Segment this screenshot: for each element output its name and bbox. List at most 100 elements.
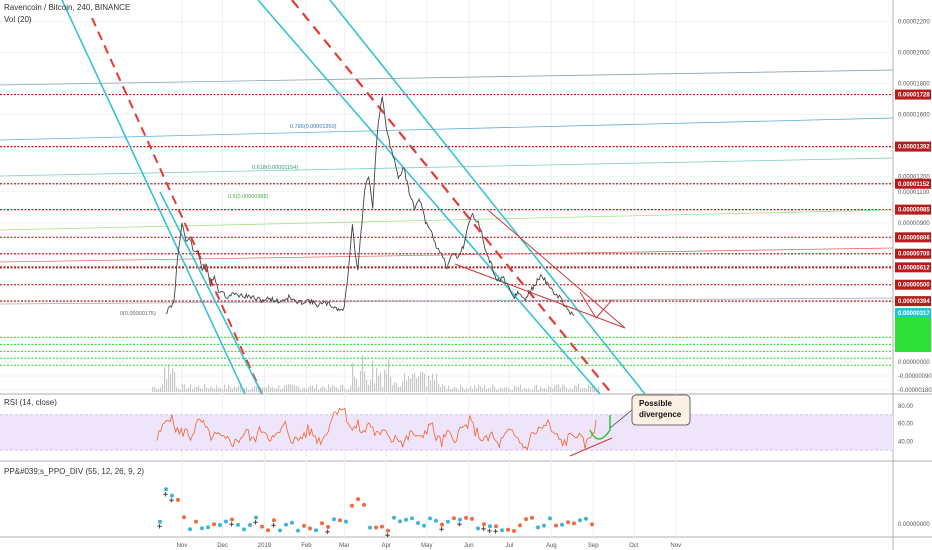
volume-bar (312, 385, 314, 392)
ppo-signal: ✚ (487, 528, 492, 535)
volume-bar (450, 388, 452, 392)
volume-bar (280, 389, 282, 392)
time-tick-label: Sep (588, 543, 599, 549)
volume-bar (320, 387, 322, 392)
volume-bar (458, 389, 460, 392)
ppo-marker (266, 528, 270, 533)
volume-bar (564, 385, 566, 392)
volume-bar (172, 368, 174, 392)
volume-bar (428, 375, 430, 392)
ppo-marker (212, 522, 216, 527)
ppo-marker (164, 487, 168, 492)
volume-bar (488, 387, 490, 392)
time-tick-label: Dec (217, 543, 228, 549)
volume-bar (192, 388, 194, 392)
volume-bar (180, 389, 182, 392)
ppo-marker (188, 527, 192, 532)
volume-bar (420, 371, 422, 392)
volume-bar (460, 384, 462, 392)
volume-bar (392, 385, 394, 392)
volume-bar (224, 384, 226, 392)
volume-bar (324, 387, 326, 392)
volume-bar (414, 372, 416, 392)
volume-bar (406, 380, 408, 392)
volume-bar (158, 388, 160, 392)
volume-bar (532, 389, 534, 392)
ppo-marker (278, 528, 282, 533)
volume-bar (544, 387, 546, 392)
volume-bar (442, 384, 444, 392)
volume-bar (228, 384, 230, 392)
ppo-marker (194, 519, 198, 524)
ppo-marker (356, 497, 360, 502)
volume-bar (438, 384, 440, 392)
volume-bar (504, 387, 506, 392)
callout-line-1: Possible (639, 399, 672, 408)
volume-bar (238, 385, 240, 392)
chart-svg[interactable]: 0.786(0.00001350) 0.618(0.00001154) 0.5(0.… (0, 0, 932, 550)
ppo-marker (200, 526, 204, 531)
chart-title: Ravencoin / Bitcoin, 240, BINANCE (4, 3, 130, 12)
volume-bar (334, 386, 336, 392)
volume-bar (542, 388, 544, 392)
ppo-marker (530, 515, 534, 520)
volume-bar (436, 373, 438, 392)
support-badge-stack (895, 318, 931, 352)
ppo-marker (542, 523, 546, 528)
volume-bar (534, 385, 536, 392)
volume-bar (342, 384, 344, 392)
volume-bar (446, 389, 448, 392)
volume-bar (556, 384, 558, 392)
ppo-marker (158, 519, 162, 524)
volume-bar (178, 388, 180, 392)
volume-bar (246, 387, 248, 392)
volume-bar (396, 383, 398, 392)
ppo-marker (494, 524, 498, 529)
price-tick-label: 0.00001600 (898, 112, 930, 118)
ppo-marker (482, 522, 486, 527)
volume-bar (182, 384, 184, 392)
volume-bar (482, 387, 484, 392)
volume-bar (472, 388, 474, 392)
price-badge-label: 0.00001392 (898, 145, 930, 151)
volume-bar (156, 389, 158, 392)
volume-bar (328, 384, 330, 392)
volume-bar (466, 387, 468, 392)
volume-bar (268, 384, 270, 392)
volume-bar (470, 386, 472, 392)
volume-bar (186, 389, 188, 392)
volume-bar (252, 387, 254, 392)
volume-bar (378, 375, 380, 392)
ppo-marker (308, 526, 312, 531)
volume-bar (212, 388, 214, 392)
volume-bar (476, 388, 478, 392)
volume-bar (576, 386, 578, 392)
volume-bar (590, 386, 592, 392)
volume-bar (360, 371, 362, 392)
volume-bar (582, 387, 584, 392)
volume-bar (418, 376, 420, 392)
ppo-marker (416, 521, 420, 525)
volume-bar (274, 388, 276, 392)
volume-bar (152, 387, 154, 392)
volume-bar (496, 389, 498, 392)
price-tick-label: 0.00000000 (898, 360, 930, 366)
volume-bar (200, 388, 202, 392)
volume-bar (552, 388, 554, 392)
volume-bar (294, 385, 296, 392)
volume-bar (384, 369, 386, 392)
volume-bar (380, 372, 382, 392)
ppo-marker (284, 522, 288, 527)
ppo-signal: ✚ (229, 522, 234, 529)
volume-bar (206, 387, 208, 392)
volume-bar (306, 388, 308, 392)
time-tick-label: Nov (177, 543, 188, 549)
volume-bar (480, 386, 482, 392)
volume-bar (404, 373, 406, 392)
volume-bar (486, 388, 488, 392)
ppo-marker (314, 528, 318, 533)
volume-bar (296, 386, 298, 392)
volume-bar (572, 389, 574, 392)
volume-bar (326, 389, 328, 392)
ppo-marker (218, 523, 222, 527)
